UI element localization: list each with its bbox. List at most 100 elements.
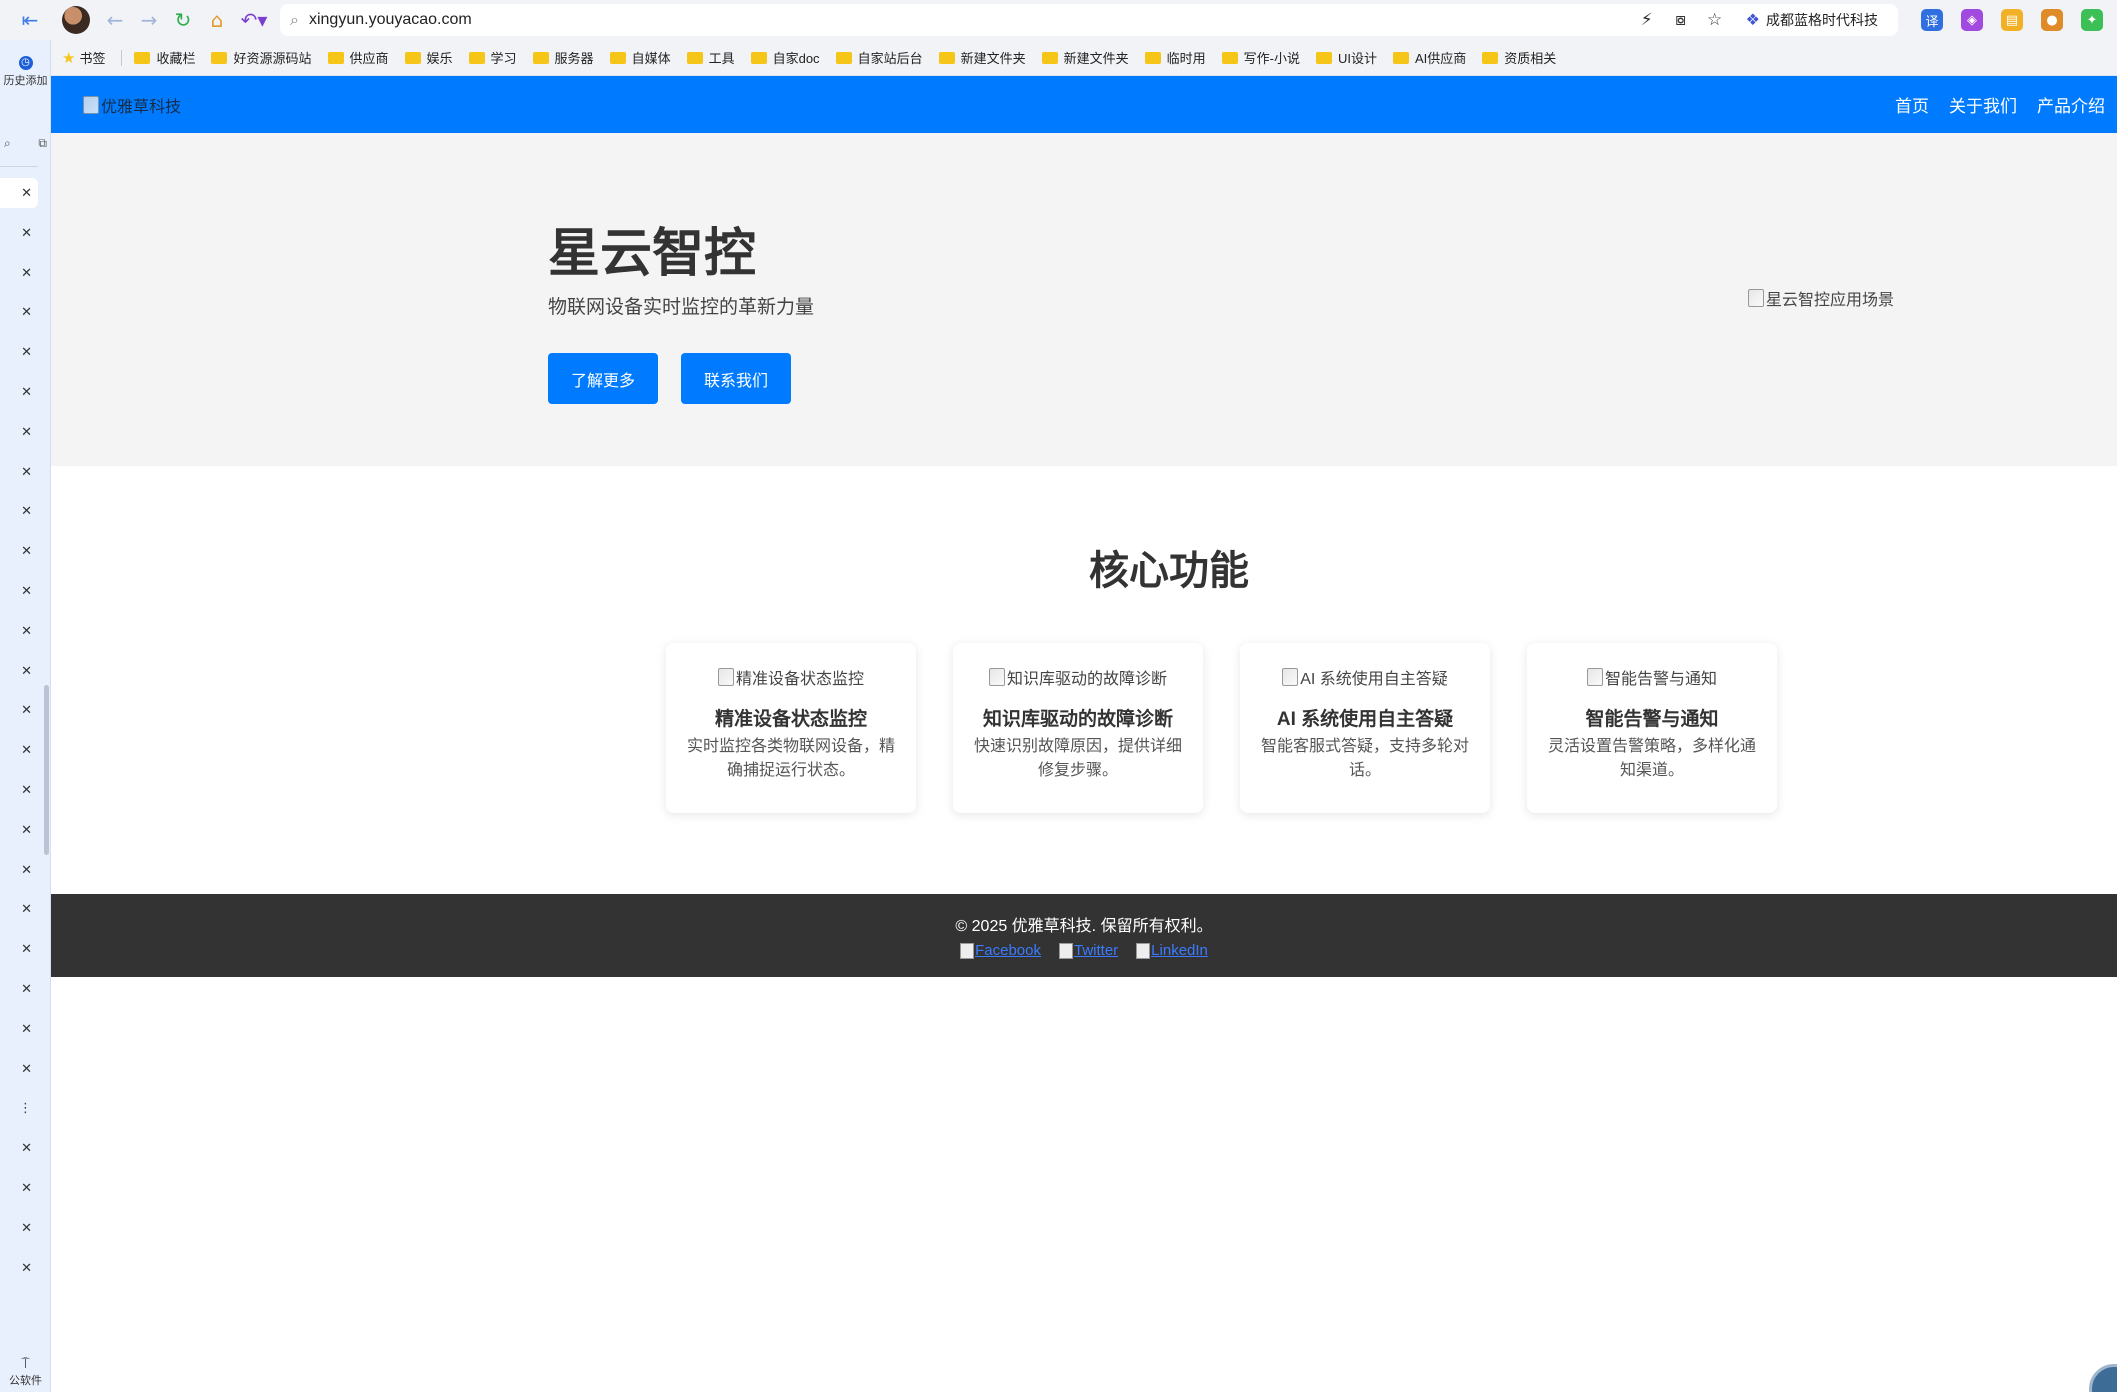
search-icon[interactable]: ⌕	[4, 136, 11, 151]
vertical-tab[interactable]: ✕	[0, 178, 38, 208]
avatar[interactable]	[62, 6, 90, 34]
screenshot-icon[interactable]: ⧇	[1664, 10, 1698, 30]
bookmark-folder[interactable]: 写作-小说	[1221, 48, 1300, 67]
profile-chip[interactable]: ❖ 成都蓝格时代科技	[1736, 6, 1888, 34]
close-icon[interactable]: ✕	[21, 902, 32, 917]
close-icon[interactable]: ✕	[21, 1181, 32, 1196]
close-icon[interactable]: ✕	[21, 703, 32, 718]
close-icon[interactable]: ✕	[21, 1141, 32, 1156]
sidebar-collapse-icon[interactable]: ⇤	[0, 3, 60, 37]
vertical-tab[interactable]: ✕	[0, 974, 38, 1004]
bookmark-folder[interactable]: 自家站后台	[835, 48, 923, 67]
close-icon[interactable]: ✕	[21, 783, 32, 798]
bookmark-folder[interactable]: 新建文件夹	[1041, 48, 1129, 67]
close-icon[interactable]: ✕	[21, 863, 32, 878]
vertical-tab[interactable]: ✕	[0, 775, 38, 805]
vertical-tab[interactable]: ✕	[0, 1014, 38, 1044]
close-icon[interactable]: ✕	[21, 584, 32, 599]
vertical-tab[interactable]: ✕	[0, 536, 38, 566]
bookmark-folder[interactable]: 自媒体	[609, 48, 671, 67]
cookie-icon[interactable]: ●	[2041, 9, 2063, 31]
vertical-tab[interactable]: ✕	[0, 297, 38, 327]
close-icon[interactable]: ✕	[21, 226, 32, 241]
close-icon[interactable]: ✕	[21, 345, 32, 360]
vertical-tab[interactable]: ✕	[0, 337, 38, 367]
bookmark-folder[interactable]: 服务器	[532, 48, 594, 67]
vertical-tab[interactable]: ✕	[0, 1133, 38, 1163]
vertical-tab[interactable]: ✕	[0, 377, 38, 407]
home-icon[interactable]: ⌂	[200, 3, 234, 37]
vertical-tab[interactable]: ✕	[0, 695, 38, 725]
vertical-tab[interactable]: ✕	[0, 656, 38, 686]
bookmark-folder[interactable]: 供应商	[327, 48, 389, 67]
close-icon[interactable]: ✕	[21, 385, 32, 400]
vertical-tab[interactable]: ✕	[0, 855, 38, 885]
close-icon[interactable]: ✕	[21, 664, 32, 679]
vertical-tab[interactable]: ⋮	[0, 1093, 38, 1123]
close-icon[interactable]: ✕	[21, 266, 32, 281]
vertical-tab[interactable]: ✕	[0, 1253, 38, 1283]
bookmark-folder[interactable]: UI设计	[1315, 48, 1377, 67]
bookmark-folder[interactable]: 自家doc	[750, 48, 820, 67]
twitter-link[interactable]: Twitter	[1059, 942, 1118, 959]
vertical-tab[interactable]: ✕	[0, 894, 38, 924]
bookmark-folder[interactable]: 工具	[686, 48, 735, 67]
bookmark-folder[interactable]: 好资源源码站	[211, 48, 312, 67]
bookmark-folder[interactable]: 资质相关	[1482, 48, 1556, 67]
vertical-tab[interactable]: ✕	[0, 616, 38, 646]
undo-icon[interactable]: ↶▾	[234, 3, 274, 37]
vertical-tab[interactable]: ✕	[0, 218, 38, 248]
bookmark-folder[interactable]: 收藏栏	[134, 48, 195, 67]
floating-assistant-button[interactable]	[2089, 1364, 2117, 1392]
nav-products[interactable]: 产品介绍	[2037, 92, 2105, 117]
vertical-tab[interactable]: ✕	[0, 457, 38, 487]
bookmark-folder[interactable]: 学习	[468, 48, 517, 67]
close-icon[interactable]: ✕	[21, 1062, 32, 1077]
vertical-tab[interactable]: ✕	[0, 258, 38, 288]
close-icon[interactable]: ✕	[21, 743, 32, 758]
back-icon[interactable]: ←	[98, 3, 132, 37]
close-icon[interactable]: ✕	[21, 465, 32, 480]
facebook-link[interactable]: Facebook	[960, 942, 1041, 959]
history-button[interactable]: ◷ 历史添加	[0, 50, 51, 88]
learn-more-button[interactable]: 了解更多	[548, 353, 659, 404]
contact-us-button[interactable]: 联系我们	[681, 353, 792, 404]
close-icon[interactable]: ✕	[21, 624, 32, 639]
bookmark-folder[interactable]: 新建文件夹	[938, 48, 1026, 67]
close-icon[interactable]: ✕	[21, 823, 32, 838]
bookmark-folder[interactable]: 娱乐	[404, 48, 453, 67]
translate-icon[interactable]: 译	[1921, 9, 1943, 31]
linkedin-link[interactable]: LinkedIn	[1136, 942, 1208, 959]
bookmark-folder[interactable]: 临时用	[1144, 48, 1206, 67]
vertical-tab[interactable]: ✕	[0, 1054, 38, 1084]
vertical-tab[interactable]: ✕	[0, 576, 38, 606]
sidebar-bottom-item[interactable]: ⍑ 公软件	[0, 1355, 51, 1388]
close-icon[interactable]: ✕	[21, 186, 32, 201]
close-icon[interactable]: ✕	[21, 1022, 32, 1037]
close-icon[interactable]: ✕	[21, 305, 32, 320]
url-text[interactable]: xingyun.youyacao.com	[309, 11, 1630, 29]
bookmark-folder[interactable]: AI供应商	[1392, 48, 1466, 67]
vertical-tab[interactable]: ✕	[0, 815, 38, 845]
scrollbar[interactable]	[44, 685, 49, 855]
close-icon[interactable]: ✕	[21, 504, 32, 519]
lightning-icon[interactable]: ⚡	[1630, 10, 1664, 30]
vertical-tab[interactable]: ✕	[0, 934, 38, 964]
nav-home[interactable]: 首页	[1895, 92, 1929, 117]
star-icon[interactable]: ☆	[1698, 10, 1732, 30]
extension-purple-icon[interactable]: ◈	[1961, 9, 1983, 31]
tab-group-icon[interactable]: ⧉	[38, 136, 47, 151]
vertical-tab[interactable]: ✕	[0, 417, 38, 447]
address-bar[interactable]: ⌕ xingyun.youyacao.com ⚡ ⧇ ☆ ❖ 成都蓝格时代科技	[280, 4, 1898, 36]
reload-icon[interactable]: ↻	[166, 3, 200, 37]
forward-icon[interactable]: →	[132, 3, 166, 37]
close-icon[interactable]: ✕	[21, 425, 32, 440]
bookmarks-menu[interactable]: ★ 书签	[62, 48, 105, 67]
vertical-tab[interactable]: ✕	[0, 496, 38, 526]
close-icon[interactable]: ✕	[21, 1261, 32, 1276]
vertical-tab[interactable]: ✕	[0, 1173, 38, 1203]
close-icon[interactable]: ✕	[21, 544, 32, 559]
notes-icon[interactable]: ▤	[2001, 9, 2023, 31]
more-icon[interactable]: ⋮	[19, 1101, 32, 1116]
vertical-tab[interactable]: ✕	[0, 735, 38, 765]
